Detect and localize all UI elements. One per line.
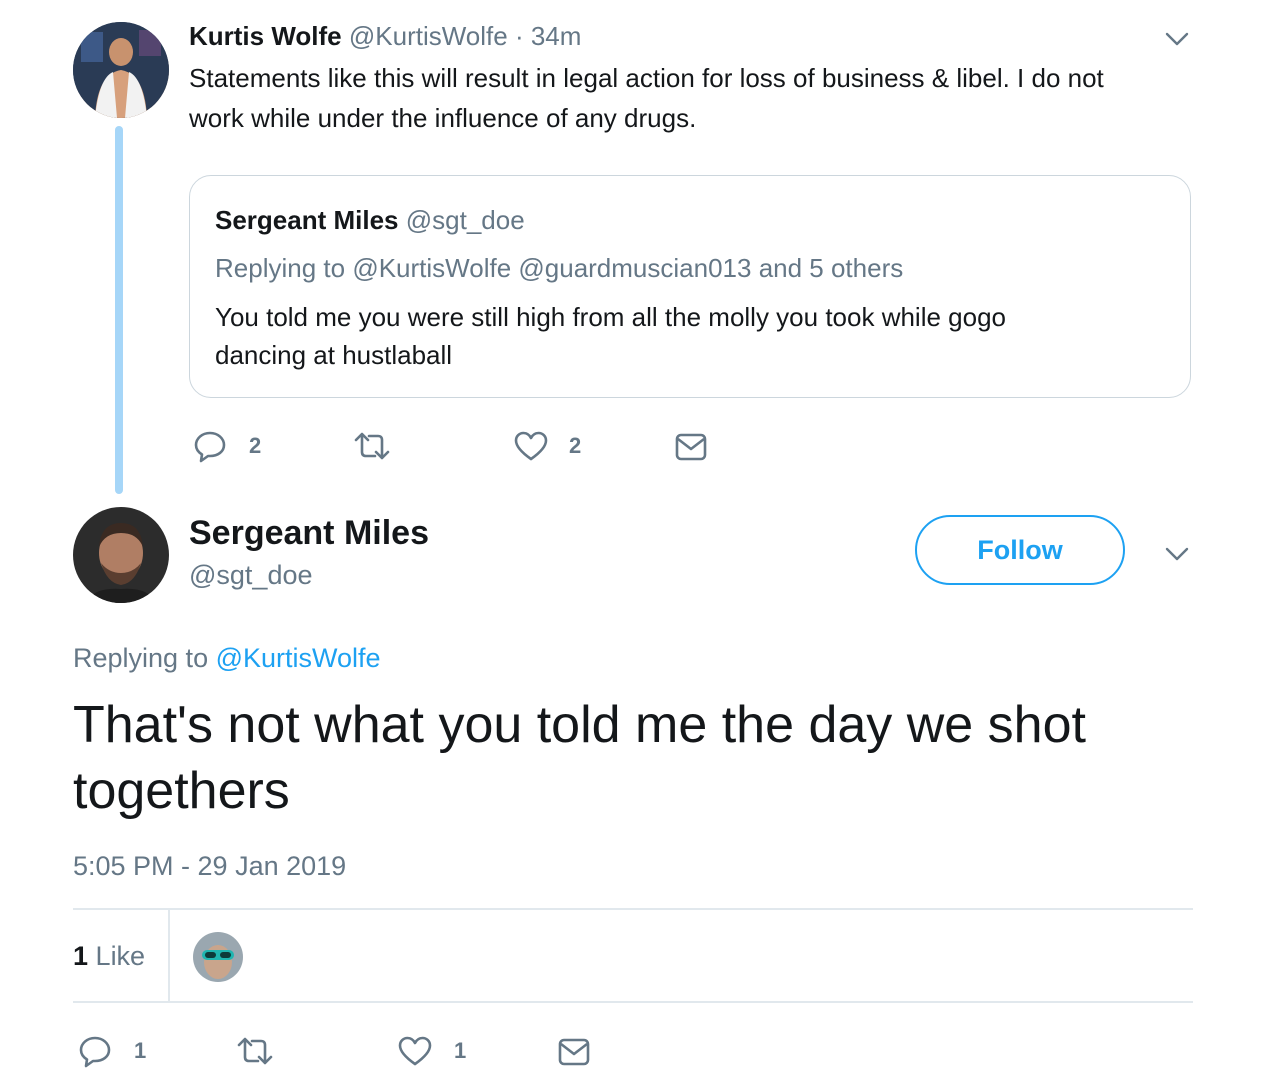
- tweet-time[interactable]: · 34m: [515, 21, 581, 51]
- quoted-tweet-card[interactable]: Sergeant Miles @sgt_doe Replying to @Kur…: [189, 175, 1191, 398]
- kurtis-wolfe-avatar[interactable]: [73, 22, 169, 118]
- author-handle[interactable]: @KurtisWolfe: [349, 21, 508, 51]
- tweet-text-line: Statements like this will result in lega…: [189, 63, 1104, 93]
- follow-button[interactable]: Follow: [915, 515, 1125, 585]
- quoted-tweet-text: You told me you were still high from all…: [215, 298, 1006, 374]
- quoted-author-name: Sergeant Miles: [215, 205, 399, 235]
- replying-to-link[interactable]: @KurtisWolfe: [216, 643, 381, 673]
- replying-prefix: Replying to: [73, 643, 209, 673]
- tweet-text-line: That's not what you told me the day we s…: [73, 696, 1086, 754]
- reply-icon[interactable]: [193, 429, 227, 463]
- quoted-replying-to: Replying to @KurtisWolfe @guardmuscian01…: [215, 252, 903, 284]
- message-icon[interactable]: [557, 1037, 591, 1067]
- author-name[interactable]: Kurtis Wolfe: [189, 21, 342, 51]
- likes-stat[interactable]: 1 Like: [73, 939, 145, 973]
- author-handle[interactable]: @sgt_doe: [189, 557, 313, 593]
- follow-button-label: Follow: [977, 534, 1063, 565]
- stats-divider-bottom: [73, 1001, 1193, 1003]
- quoted-text-line: dancing at hustlaball: [215, 340, 453, 370]
- thread-connector-line: [115, 126, 123, 494]
- likes-label: Like: [95, 941, 146, 971]
- replying-to: Replying to @KurtisWolfe: [73, 640, 381, 676]
- main-tweet-text: That's not what you told me the day we s…: [73, 692, 1086, 824]
- tweet-text-line: work while under the influence of any dr…: [189, 103, 697, 133]
- chevron-down-icon[interactable]: [1164, 545, 1190, 563]
- likes-count: 1: [73, 941, 89, 971]
- tweet-timestamp[interactable]: 5:05 PM - 29 Jan 2019: [73, 848, 346, 884]
- replying-targets: @KurtisWolfe @guardmuscian013 and 5 othe…: [352, 253, 904, 283]
- retweet-icon[interactable]: [353, 431, 391, 461]
- parent-tweet-text: Statements like this will result in lega…: [189, 58, 1104, 138]
- retweet-icon[interactable]: [236, 1036, 274, 1066]
- reply-count: 2: [249, 433, 262, 458]
- quoted-text-line: You told me you were still high from all…: [215, 302, 1007, 332]
- like-icon[interactable]: [397, 1035, 433, 1067]
- reply-count: 1: [134, 1038, 147, 1063]
- stats-vertical-divider: [168, 910, 170, 1002]
- stats-divider-top: [73, 908, 1193, 910]
- sergeant-miles-avatar[interactable]: [73, 507, 169, 603]
- replying-prefix: Replying to: [215, 253, 346, 283]
- reply-icon[interactable]: [78, 1034, 112, 1068]
- tweet-text-line: togethers: [73, 762, 290, 820]
- like-icon[interactable]: [513, 430, 549, 462]
- message-icon[interactable]: [674, 432, 708, 462]
- quoted-author-handle: @sgt_doe: [405, 205, 525, 235]
- liker-avatar[interactable]: [193, 932, 243, 982]
- author-name[interactable]: Sergeant Miles: [189, 511, 429, 555]
- like-count: 2: [569, 433, 582, 458]
- parent-tweet-header: Kurtis Wolfe @KurtisWolfe · 34m: [189, 20, 581, 52]
- like-count: 1: [454, 1038, 467, 1063]
- quoted-tweet-header: Sergeant Miles @sgt_doe: [215, 204, 525, 236]
- chevron-down-icon[interactable]: [1164, 30, 1190, 48]
